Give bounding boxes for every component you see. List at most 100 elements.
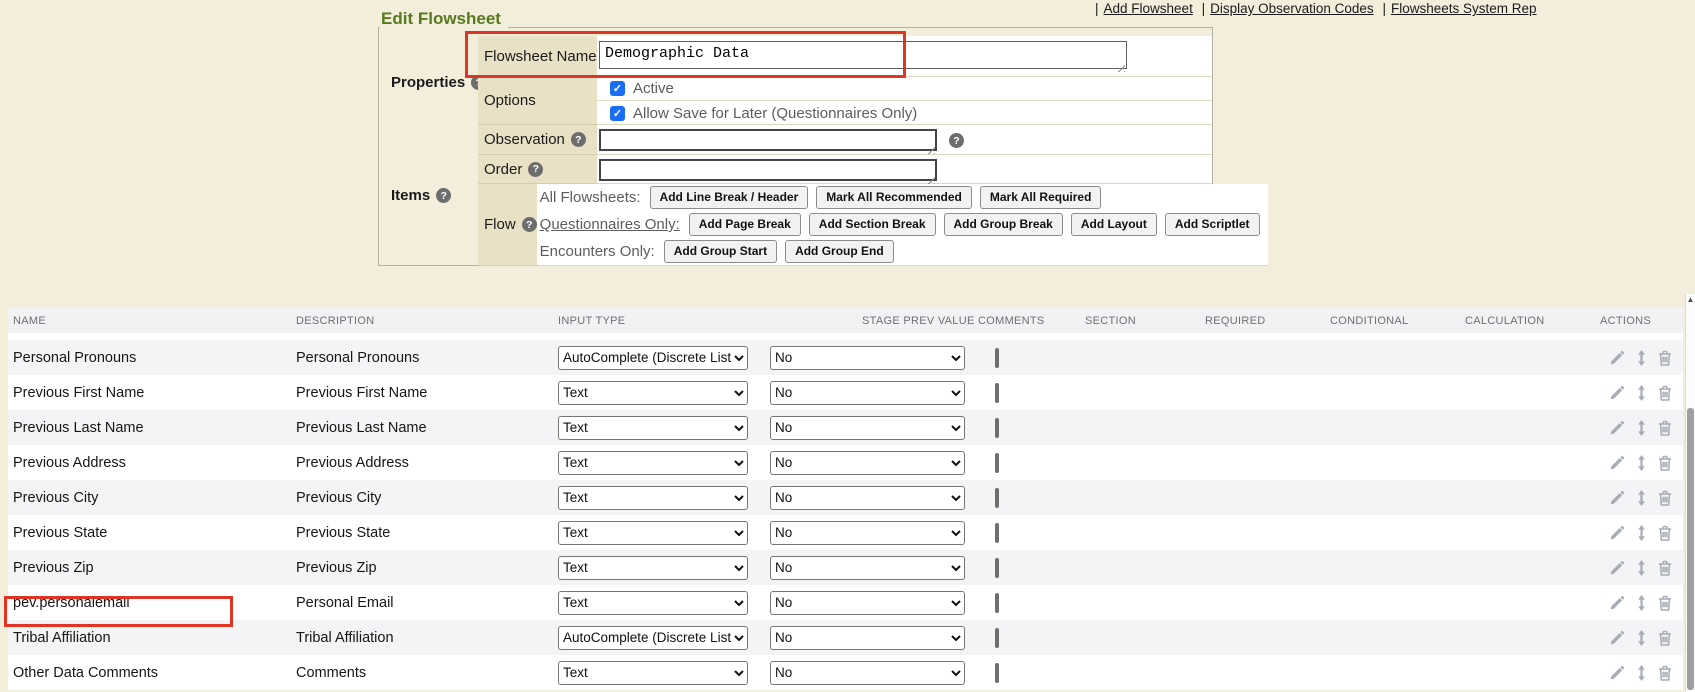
flowsheet-name-input[interactable]: Demographic Data [599, 41, 1127, 69]
reorder-up-down-icon[interactable] [1637, 525, 1646, 541]
observation-input[interactable] [599, 129, 937, 151]
stage-prev-value-select[interactable]: No [770, 416, 965, 440]
reorder-up-down-icon[interactable] [1637, 490, 1646, 506]
order-input[interactable] [599, 159, 937, 181]
table-header-spacer [8, 333, 1683, 340]
input-type-select[interactable]: Text [558, 591, 748, 615]
comments-checkbox[interactable] [995, 593, 999, 613]
comments-checkbox[interactable] [995, 348, 999, 368]
comments-checkbox[interactable] [995, 663, 999, 683]
flow-button-add-group-break[interactable]: Add Group Break [944, 213, 1063, 236]
scrollbar-thumb[interactable] [1687, 408, 1694, 690]
edit-pencil-icon[interactable] [1609, 385, 1625, 401]
comments-checkbox[interactable] [995, 383, 999, 403]
flow-button-add-layout[interactable]: Add Layout [1071, 213, 1157, 236]
items-section-label: Items ? [391, 187, 451, 204]
item-name: Previous Zip [13, 560, 94, 576]
nav-link-add-flowsheet[interactable]: Add Flowsheet [1104, 1, 1193, 16]
comments-checkbox[interactable] [995, 488, 999, 508]
delete-trash-icon[interactable] [1658, 490, 1672, 506]
comments-checkbox[interactable] [995, 453, 999, 473]
reorder-up-down-icon[interactable] [1637, 385, 1646, 401]
delete-trash-icon[interactable] [1658, 525, 1672, 541]
flow-button-add-line-break-header[interactable]: Add Line Break / Header [650, 186, 809, 209]
stage-prev-value-select[interactable]: No [770, 556, 965, 580]
stage-prev-value-select[interactable]: No [770, 381, 965, 405]
help-icon[interactable]: ? [571, 132, 586, 147]
comments-checkbox[interactable] [995, 418, 999, 438]
edit-pencil-icon[interactable] [1609, 525, 1625, 541]
column-header-calculation: CALCULATION [1465, 315, 1600, 327]
flow-label-text: Flow [484, 216, 516, 233]
active-checkbox[interactable]: ✓ [610, 81, 625, 96]
flow-button-add-section-break[interactable]: Add Section Break [809, 213, 936, 236]
edit-pencil-icon[interactable] [1609, 560, 1625, 576]
flow-button-mark-all-required[interactable]: Mark All Required [980, 186, 1102, 209]
comments-checkbox[interactable] [995, 628, 999, 648]
column-header-required: REQUIRED [1205, 315, 1330, 327]
nav-link-display-observation-codes[interactable]: Display Observation Codes [1210, 1, 1374, 16]
allow-save-checkbox-label: Allow Save for Later (Questionnaires Onl… [633, 105, 917, 122]
stage-prev-value-select[interactable]: No [770, 521, 965, 545]
encounters-only-label: Encounters Only: [540, 243, 655, 260]
item-description: Personal Pronouns [296, 350, 419, 366]
delete-trash-icon[interactable] [1658, 420, 1672, 436]
delete-trash-icon[interactable] [1658, 630, 1672, 646]
stage-prev-value-select[interactable]: No [770, 451, 965, 475]
stage-prev-value-select[interactable]: No [770, 591, 965, 615]
stage-prev-value-select[interactable]: No [770, 626, 965, 650]
scrollbar-up-arrow-icon[interactable]: ▲ [1686, 295, 1695, 304]
comments-checkbox[interactable] [995, 523, 999, 543]
reorder-up-down-icon[interactable] [1637, 630, 1646, 646]
edit-pencil-icon[interactable] [1609, 455, 1625, 471]
edit-pencil-icon[interactable] [1609, 490, 1625, 506]
stage-prev-value-select[interactable]: No [770, 661, 965, 685]
vertical-scrollbar[interactable]: ▲ [1685, 294, 1695, 692]
delete-trash-icon[interactable] [1658, 595, 1672, 611]
stage-prev-value-select[interactable]: No [770, 346, 965, 370]
reorder-up-down-icon[interactable] [1637, 560, 1646, 576]
edit-pencil-icon[interactable] [1609, 350, 1625, 366]
delete-trash-icon[interactable] [1658, 385, 1672, 401]
help-icon[interactable]: ? [528, 162, 543, 177]
allow-save-checkbox[interactable]: ✓ [610, 106, 625, 121]
edit-flowsheet-form: Edit Flowsheet Properties ? Items ? Flow… [378, 27, 1213, 266]
column-header-description: DESCRIPTION [296, 315, 558, 327]
flow-label: Flow ? [478, 184, 537, 266]
help-icon[interactable]: ? [949, 133, 964, 148]
edit-pencil-icon[interactable] [1609, 595, 1625, 611]
delete-trash-icon[interactable] [1658, 560, 1672, 576]
edit-pencil-icon[interactable] [1609, 420, 1625, 436]
delete-trash-icon[interactable] [1658, 665, 1672, 681]
input-type-select[interactable]: Text [558, 486, 748, 510]
input-type-select[interactable]: Text [558, 381, 748, 405]
edit-pencil-icon[interactable] [1609, 630, 1625, 646]
input-type-select[interactable]: Text [558, 451, 748, 475]
stage-prev-value-select[interactable]: No [770, 486, 965, 510]
input-type-select[interactable]: Text [558, 661, 748, 685]
input-type-select[interactable]: Text [558, 521, 748, 545]
flow-button-add-group-end[interactable]: Add Group End [785, 240, 894, 263]
delete-trash-icon[interactable] [1658, 455, 1672, 471]
flow-button-add-group-start[interactable]: Add Group Start [664, 240, 777, 263]
input-type-select[interactable]: AutoComplete (Discrete List) [558, 346, 748, 370]
reorder-up-down-icon[interactable] [1637, 420, 1646, 436]
reorder-up-down-icon[interactable] [1637, 350, 1646, 366]
item-description: Personal Email [296, 595, 394, 611]
flow-button-add-scriptlet[interactable]: Add Scriptlet [1165, 213, 1260, 236]
flowsheet-name-label-text: Flowsheet Name [484, 48, 597, 65]
reorder-up-down-icon[interactable] [1637, 665, 1646, 681]
help-icon[interactable]: ? [522, 217, 537, 232]
edit-pencil-icon[interactable] [1609, 665, 1625, 681]
comments-checkbox[interactable] [995, 558, 999, 578]
delete-trash-icon[interactable] [1658, 350, 1672, 366]
nav-link-flowsheets-system-report[interactable]: Flowsheets System Rep [1391, 1, 1537, 16]
flow-button-add-page-break[interactable]: Add Page Break [689, 213, 801, 236]
input-type-select[interactable]: AutoComplete (Discrete List) [558, 626, 748, 650]
input-type-select[interactable]: Text [558, 416, 748, 440]
reorder-up-down-icon[interactable] [1637, 595, 1646, 611]
reorder-up-down-icon[interactable] [1637, 455, 1646, 471]
help-icon[interactable]: ? [436, 188, 451, 203]
input-type-select[interactable]: Text [558, 556, 748, 580]
flow-button-mark-all-recommended[interactable]: Mark All Recommended [816, 186, 972, 209]
